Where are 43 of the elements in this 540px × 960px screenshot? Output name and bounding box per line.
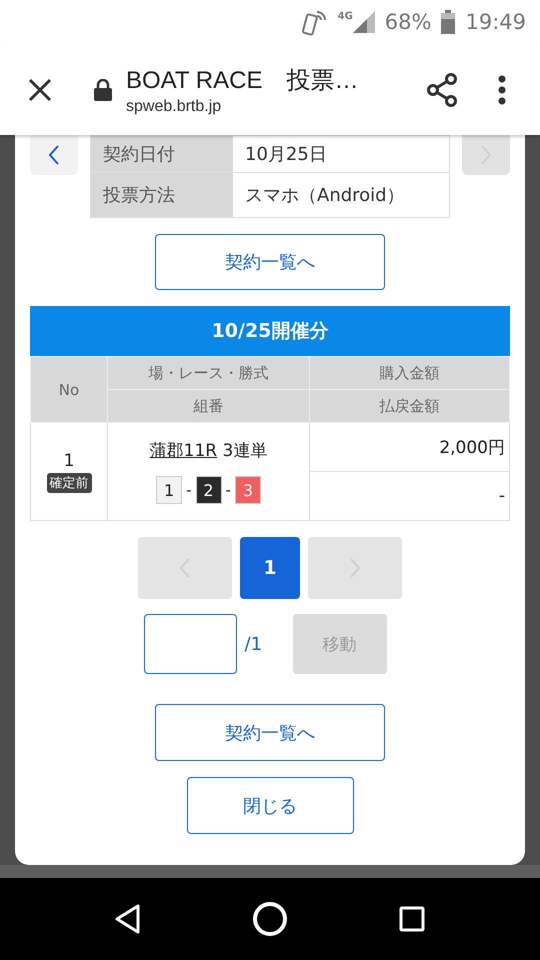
info-label: 投票方法 <box>90 172 232 218</box>
page-total: /1 <box>244 634 264 654</box>
boat-number: 3 <box>234 476 261 504</box>
contract-list-button[interactable]: 契約一覧へ <box>155 234 385 290</box>
clock: 19:49 <box>465 10 526 34</box>
payout-amount: - <box>310 472 510 520</box>
more-menu-icon[interactable] <box>498 74 506 104</box>
close-button[interactable]: 閉じる <box>186 777 354 834</box>
column-header: 払戻金額 <box>310 390 510 422</box>
battery-icon <box>441 10 456 34</box>
column-header: No <box>30 356 108 422</box>
home-icon[interactable] <box>252 901 288 937</box>
section-header: 10/25開催分 <box>30 306 510 356</box>
status-badge: 確定前 <box>46 472 92 492</box>
row-number: 1 <box>64 450 74 470</box>
race-link[interactable]: 蒲郡11R <box>150 441 218 461</box>
combo-separator: - <box>186 481 192 499</box>
page-input-field[interactable] <box>144 614 236 674</box>
lock-icon <box>94 78 112 100</box>
chevron-left-icon <box>48 144 60 166</box>
boat-number: 1 <box>156 476 182 504</box>
info-value: スマホ（Android） <box>232 172 450 218</box>
column-header: 購入金額 <box>310 356 510 390</box>
info-value: 10月25日 <box>232 136 450 172</box>
phone-signal-icon <box>302 8 328 36</box>
cell-signal-icon <box>352 11 375 33</box>
column-header: 場・レース・勝式 <box>108 356 310 390</box>
share-icon[interactable] <box>426 72 458 106</box>
recent-apps-icon[interactable] <box>398 906 425 932</box>
combo-separator: - <box>226 481 231 499</box>
column-header: 組番 <box>108 390 310 422</box>
purchase-amount: 2,000円 <box>310 422 510 472</box>
boat-number: 2 <box>196 476 222 504</box>
bet-type: 3連単 <box>222 441 268 461</box>
page-title: BOAT RACE 投票… <box>126 66 360 96</box>
contract-list-button[interactable]: 契約一覧へ <box>155 704 385 761</box>
page-button[interactable]: 1 <box>240 537 300 599</box>
network-type: 4G <box>338 11 353 22</box>
info-label: 契約日付 <box>90 136 232 172</box>
previous-button[interactable] <box>30 135 78 175</box>
page-url: spweb.brtb.jp <box>126 98 222 116</box>
battery-percent: 68% <box>384 10 432 34</box>
back-icon[interactable] <box>115 904 142 934</box>
